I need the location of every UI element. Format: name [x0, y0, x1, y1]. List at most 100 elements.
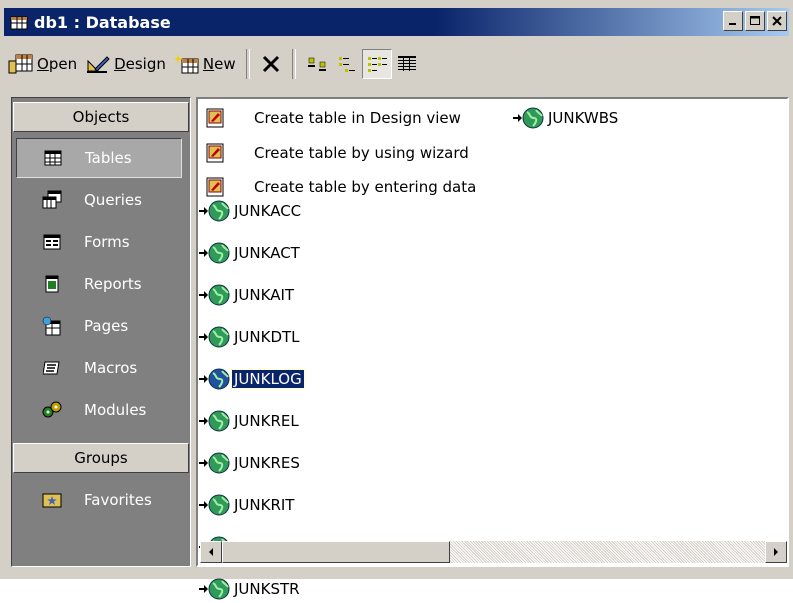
list-item-shortcut[interactable]: Create table by using wizard [204, 139, 471, 167]
table-row[interactable]: JUNKAIT [198, 281, 296, 309]
design-label-rest: esign [125, 55, 166, 73]
sidebar-item-favorites[interactable]: Favorites [16, 480, 182, 520]
list-item-label: Create table by using wizard [254, 144, 469, 162]
linked-table-icon [198, 198, 232, 224]
table-name: JUNKSTR [234, 580, 300, 598]
favorites-icon [40, 488, 64, 512]
arrow-right-icon [774, 548, 778, 556]
sidebar-item-label: Pages [84, 317, 129, 335]
sidebar-item-pages[interactable]: Pages [16, 306, 182, 346]
create-table-wizard-icon [204, 140, 238, 166]
list-view-icon [367, 57, 387, 72]
linked-table-icon [198, 492, 232, 518]
sidebar-item-label: Macros [84, 359, 138, 377]
table-row[interactable]: JUNKWBS [512, 104, 620, 132]
design-view-icon [87, 56, 110, 73]
open-button[interactable]: Open [4, 48, 81, 80]
sidebar-item-label: Forms [84, 233, 130, 251]
table-name: JUNKLOG [231, 369, 305, 389]
table-row[interactable]: JUNKACT [198, 239, 302, 267]
sidebar-item-modules[interactable]: Modules [16, 390, 182, 430]
database-toolbar: Open Design New [4, 40, 789, 88]
create-table-design-icon [204, 105, 238, 131]
linked-table-icon [198, 240, 232, 266]
close-icon [772, 16, 782, 26]
sidebar-item-label: Queries [84, 191, 142, 209]
table-row[interactable]: JUNKDTL [198, 323, 302, 351]
table-row[interactable]: JUNKSTR [198, 575, 302, 603]
new-label: New [202, 55, 236, 73]
tables-icon [41, 146, 65, 170]
delete-button[interactable] [256, 49, 286, 79]
small-icons-view-icon [338, 57, 355, 72]
window-title: db1 : Database [34, 12, 171, 32]
large-icons-view-button[interactable] [302, 49, 332, 79]
minimize-icon [729, 23, 736, 25]
new-table-icon [173, 54, 199, 74]
linked-table-icon [198, 324, 232, 350]
linked-table-icon [512, 105, 546, 131]
linked-table-icon [198, 576, 232, 602]
database-window-icon[interactable] [10, 13, 28, 31]
horizontal-scrollbar[interactable] [200, 541, 787, 563]
macros-icon [40, 356, 64, 380]
list-item-shortcut[interactable]: Create table in Design view [204, 104, 463, 132]
scroll-left-button[interactable] [200, 541, 222, 563]
objects-bar: Objects Tables Queries Forms Reports Pag… [11, 97, 191, 567]
details-view-button[interactable] [392, 49, 422, 79]
objects-header[interactable]: Objects [13, 102, 189, 132]
minimize-button[interactable] [723, 11, 743, 31]
toolbar-separator [291, 49, 296, 79]
table-name: JUNKWBS [548, 109, 619, 127]
list-item-label: Create table by entering data [254, 178, 477, 196]
close-button[interactable] [767, 11, 787, 31]
new-button[interactable]: New [170, 48, 240, 80]
sidebar-item-forms[interactable]: Forms [16, 222, 182, 262]
queries-icon [40, 188, 64, 212]
table-row[interactable]: JUNKRIT [198, 491, 296, 519]
sidebar-item-queries[interactable]: Queries [16, 180, 182, 220]
scroll-right-button[interactable] [765, 541, 787, 563]
new-label-rest: ew [214, 55, 236, 73]
linked-table-icon [198, 366, 232, 392]
list-item-label: Create table in Design view [254, 109, 461, 127]
table-row[interactable]: JUNKLOG [198, 365, 305, 393]
table-name: JUNKDTL [234, 328, 300, 346]
open-label-rest: pen [48, 55, 78, 73]
forms-icon [40, 230, 64, 254]
table-row[interactable]: JUNKRES [198, 449, 302, 477]
sidebar-item-label: Reports [84, 275, 142, 293]
table-name: JUNKACC [234, 202, 302, 220]
table-name: JUNKRES [234, 454, 300, 472]
delete-icon [262, 55, 279, 73]
arrow-left-icon [209, 548, 213, 556]
groups-header[interactable]: Groups [13, 443, 189, 473]
pages-icon [40, 314, 64, 338]
small-icons-view-button[interactable] [332, 49, 362, 79]
table-row[interactable]: JUNKREL [198, 407, 301, 435]
list-view-button[interactable] [361, 49, 392, 79]
linked-table-icon [198, 408, 232, 434]
sidebar-item-label: Modules [84, 401, 147, 419]
toolbar-separator [245, 49, 250, 79]
window-controls [723, 11, 787, 31]
modules-icon [40, 398, 64, 422]
large-icons-view-icon [307, 57, 326, 71]
table-name: JUNKRIT [234, 496, 295, 514]
open-label: Open [37, 55, 78, 73]
maximize-button[interactable] [745, 11, 765, 31]
table-name: JUNKAIT [234, 286, 295, 304]
design-label: Design [114, 55, 166, 73]
database-window: db1 : Database Open Design New Objects T… [0, 0, 793, 600]
sidebar-item-tables[interactable]: Tables [16, 138, 182, 178]
table-row[interactable]: JUNKACC [198, 197, 303, 225]
sidebar-item-reports[interactable]: Reports [16, 264, 182, 304]
scrollbar-thumb[interactable] [222, 541, 450, 563]
sidebar-item-label: Tables [85, 149, 132, 167]
linked-table-icon [198, 450, 232, 476]
title-bar[interactable]: db1 : Database [4, 8, 789, 36]
linked-table-icon [198, 282, 232, 308]
maximize-icon [750, 16, 760, 25]
design-button[interactable]: Design [81, 48, 170, 80]
sidebar-item-macros[interactable]: Macros [16, 348, 182, 388]
